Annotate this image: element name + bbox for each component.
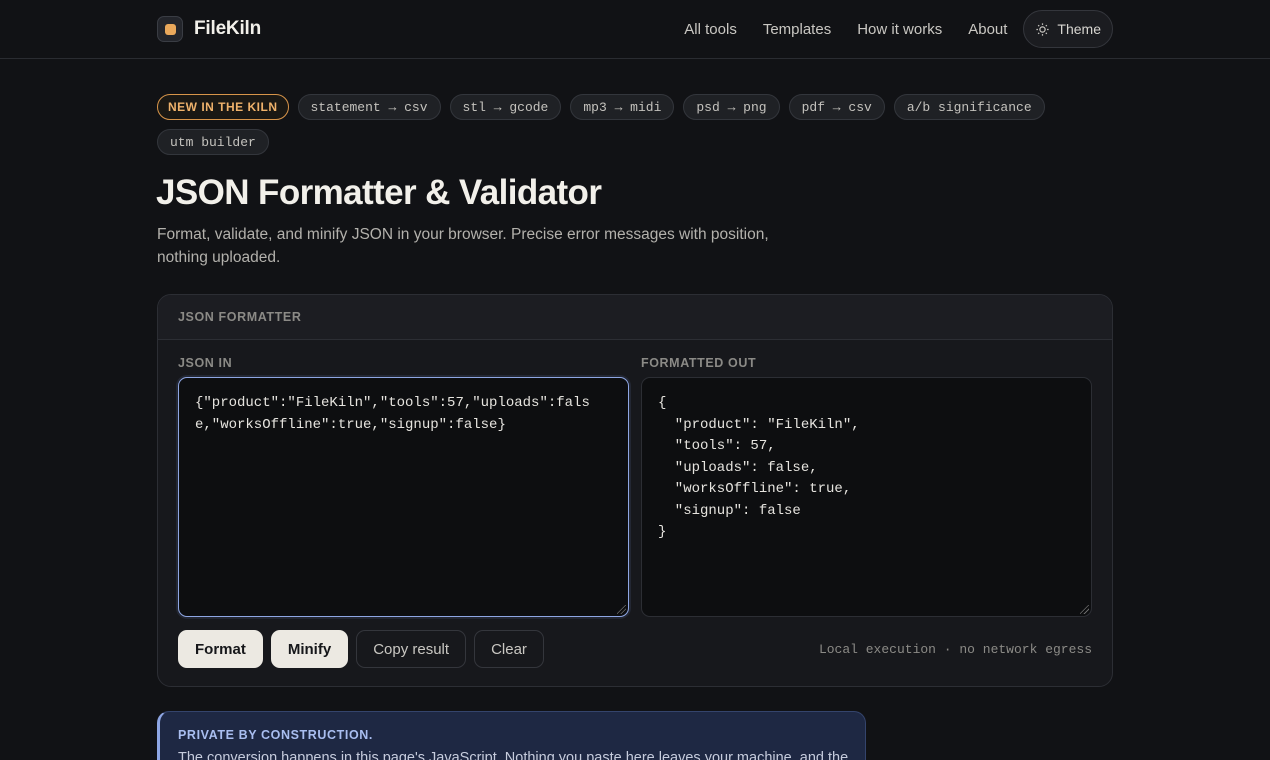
output-label: FORMATTED OUT — [641, 356, 757, 370]
json-input-textarea[interactable]: {"product":"FileKiln","tools":57,"upload… — [178, 377, 629, 617]
theme-label: Theme — [1057, 21, 1101, 37]
nav-all-tools[interactable]: All tools — [684, 21, 737, 38]
main-nav: All tools Templates How it works About T… — [684, 10, 1113, 48]
clear-button[interactable]: Clear — [474, 630, 544, 668]
input-label: JSON IN — [178, 356, 233, 370]
card-header: JSON FORMATTER — [158, 295, 1112, 340]
minify-button[interactable]: Minify — [270, 630, 349, 668]
chip-statement-csv[interactable]: statement → csv — [297, 94, 441, 120]
chip-stl-gcode[interactable]: stl → gcode — [449, 94, 562, 120]
copy-result-button[interactable]: Copy result — [356, 630, 467, 668]
json-output-textarea[interactable]: { "product": "FileKiln", "tools": 57, "u… — [641, 377, 1092, 617]
chip-mp3-midi[interactable]: mp3 → midi — [570, 94, 675, 120]
resize-handle-icon[interactable] — [1080, 605, 1089, 614]
chip-pdf-csv[interactable]: pdf → csv — [788, 94, 885, 120]
tool-chips: NEW IN THE KILN statement → csv stl → gc… — [157, 94, 1057, 155]
top-bar: FileKiln All tools Templates How it work… — [0, 0, 1270, 59]
brand[interactable]: FileKiln — [157, 16, 261, 42]
nav-about[interactable]: About — [968, 21, 1007, 38]
brand-logo-icon — [157, 16, 183, 42]
chip-psd-png[interactable]: psd → png — [683, 94, 780, 120]
nav-templates[interactable]: Templates — [763, 21, 831, 38]
page-subtitle: Format, validate, and minify JSON in you… — [157, 226, 769, 266]
json-output-value: { "product": "FileKiln", "tools": 57, "u… — [658, 395, 860, 540]
resize-handle-icon[interactable] — [617, 605, 626, 614]
json-formatter-card: JSON FORMATTER JSON IN FORMATTED OUT {"p… — [157, 294, 1113, 687]
chip-ab-significance[interactable]: a/b significance — [893, 94, 1045, 120]
format-button[interactable]: Format — [178, 630, 263, 668]
action-buttons: Format Minify Copy result Clear — [178, 630, 544, 668]
sun-icon — [1036, 22, 1050, 36]
chip-utm-builder[interactable]: utm builder — [157, 129, 269, 155]
nav-how-it-works[interactable]: How it works — [857, 21, 942, 38]
notice-title: PRIVATE BY CONSTRUCTION. — [178, 728, 373, 742]
local-execution-note: Local execution · no network egress — [818, 642, 1092, 657]
theme-toggle-button[interactable]: Theme — [1023, 10, 1113, 48]
privacy-notice: PRIVATE BY CONSTRUCTION. The conversion … — [157, 711, 866, 760]
brand-name: FileKiln — [194, 18, 262, 39]
json-input-value: {"product":"FileKiln","tools":57,"upload… — [195, 395, 590, 433]
notice-body: The conversion happens in this page's Ja… — [178, 750, 849, 760]
new-badge: NEW IN THE KILN — [157, 94, 289, 120]
page-title: JSON Formatter & Validator — [156, 173, 602, 212]
